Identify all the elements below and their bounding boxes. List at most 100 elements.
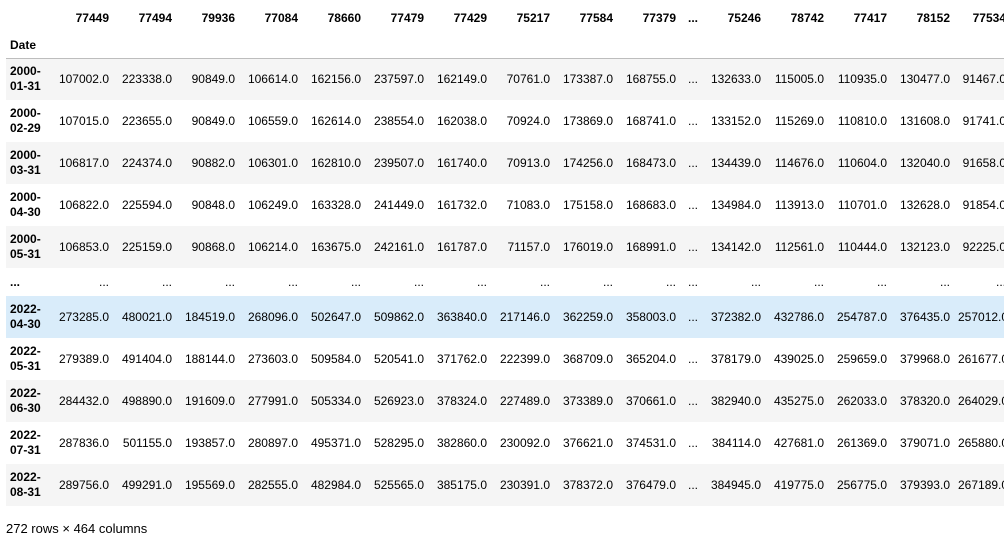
table-cell: 132633.0 (710, 72, 761, 87)
row-index-part: 2022- (10, 386, 41, 400)
table-cell: 264029.0 (958, 394, 1004, 408)
table-cell: 161787.0 (436, 240, 487, 254)
column-header-row: 77449 77494 79936 77084 78660 77479 77429 75217… (6, 0, 1004, 36)
table-cell: 168755.0 (625, 72, 676, 87)
table-cell: 385175.0 (436, 478, 487, 492)
table-cell: ... (224, 275, 235, 289)
table-row: 2022- 05-31 279389.0 491404.0 188144.0 273603… (6, 338, 1004, 380)
table-cell: ... (602, 275, 613, 289)
row-index-part: 2022- (10, 302, 41, 316)
row-index-part: 2022- (10, 344, 41, 358)
table-cell: 134142.0 (710, 240, 761, 254)
table-cell: ... (939, 275, 950, 289)
index-name-filler (702, 36, 765, 59)
table-cell: 131608.0 (899, 114, 950, 128)
table-cell: 91854.0 (962, 198, 1004, 212)
table-cell: 106559.0 (247, 114, 298, 128)
table-cell: 379968.0 (899, 352, 950, 366)
index-name-filler (239, 36, 302, 59)
table-cell: ... (161, 275, 172, 289)
row-index: ... (6, 268, 50, 296)
table-cell: 115005.0 (774, 72, 824, 87)
table-cell: 241449.0 (373, 198, 424, 212)
table-cell: ... (98, 275, 109, 289)
row-index-part: 05-31 (10, 359, 41, 373)
row-index-part: 02-29 (10, 121, 41, 135)
row-index: 2000- 03-31 (6, 142, 50, 184)
table-cell: 371762.0 (436, 352, 487, 366)
table-cell: 173869.0 (562, 114, 613, 128)
column-header: 77449 (75, 11, 109, 25)
table-cell: ... (287, 275, 298, 289)
index-name-filler (302, 36, 365, 59)
table-cell: 162810.0 (310, 156, 361, 170)
table-cell: 439025.0 (773, 352, 824, 366)
table-cell: 254787.0 (836, 310, 887, 324)
row-index-part: 07-31 (10, 443, 41, 457)
table-cell: 363840.0 (436, 310, 487, 324)
table-cell: 239507.0 (373, 156, 424, 170)
column-header: 77584 (579, 11, 613, 25)
table-cell: 163328.0 (310, 198, 361, 212)
table-cell: 528295.0 (373, 436, 424, 450)
table-cell: 184519.0 (184, 310, 235, 324)
table-cell: 237597.0 (373, 72, 424, 87)
column-header: 75246 (727, 11, 761, 25)
table-cell: 191609.0 (184, 394, 235, 408)
table-row: 2022- 06-30 284432.0 498890.0 191609.0 277991… (6, 380, 1004, 422)
table-row: 2000- 03-31 106817.0 224374.0 90882.0 106301.… (6, 142, 1004, 184)
index-name-filler (491, 36, 554, 59)
table-cell: 225159.0 (121, 240, 172, 254)
table-cell: 261369.0 (836, 436, 887, 450)
table-cell: ... (687, 114, 698, 128)
table-cell: 161740.0 (436, 156, 487, 170)
column-header: 78660 (327, 11, 361, 25)
table-cell: 520541.0 (373, 352, 424, 366)
table-cell: 92225.0 (962, 240, 1004, 254)
table-cell: ... (876, 275, 887, 289)
table-cell: ... (687, 310, 698, 324)
table-cell: 259659.0 (836, 352, 887, 366)
row-index: 2022- 07-31 (6, 422, 50, 464)
table-cell: ... (665, 275, 676, 289)
table-cell: 90849.0 (191, 72, 235, 87)
column-header: 77084 (264, 11, 298, 25)
row-index-part: 2000- (10, 190, 41, 204)
table-cell: ... (350, 275, 361, 289)
table-cell: 282555.0 (247, 478, 298, 492)
table-cell: 106822.0 (58, 198, 109, 212)
table-cell: 217146.0 (499, 310, 550, 324)
shape-summary: 272 rows × 464 columns (6, 521, 148, 536)
index-name-filler (554, 36, 617, 59)
row-index: 2000- 04-30 (6, 184, 50, 226)
table-cell: 273285.0 (58, 310, 109, 324)
table-cell: 90848.0 (191, 198, 235, 212)
table-cell: 162149.0 (436, 72, 487, 87)
table-cell: 419775.0 (773, 478, 824, 492)
table-cell: 372382.0 (710, 310, 761, 324)
row-index-part: 06-30 (10, 401, 41, 415)
table-cell: 378372.0 (562, 478, 613, 492)
index-name-filler (113, 36, 176, 59)
row-index-part: 01-31 (10, 79, 41, 94)
table-cell: 365204.0 (625, 352, 676, 366)
table-cell: 505334.0 (310, 394, 361, 408)
row-index-part: 2000- (10, 106, 41, 120)
table-cell: 114676.0 (774, 156, 824, 170)
table-cell: 378179.0 (710, 352, 761, 366)
table-cell: 499291.0 (121, 478, 172, 492)
table-cell: 230391.0 (499, 478, 550, 492)
table-cell: 289756.0 (58, 478, 109, 492)
table-cell: 107015.0 (58, 114, 109, 128)
table-cell: 368709.0 (562, 352, 613, 366)
table-cell: 284432.0 (58, 394, 109, 408)
table-cell: 176019.0 (562, 240, 613, 254)
table-cell: 106614.0 (247, 72, 298, 87)
table-cell: 90882.0 (191, 156, 235, 170)
table-cell: 262033.0 (836, 394, 887, 408)
table-cell: 115269.0 (774, 114, 824, 128)
table-cell: 273603.0 (247, 352, 298, 366)
table-cell: 374531.0 (625, 436, 676, 450)
table-cell: ... (995, 275, 1004, 289)
row-index-part: 03-31 (10, 163, 41, 177)
